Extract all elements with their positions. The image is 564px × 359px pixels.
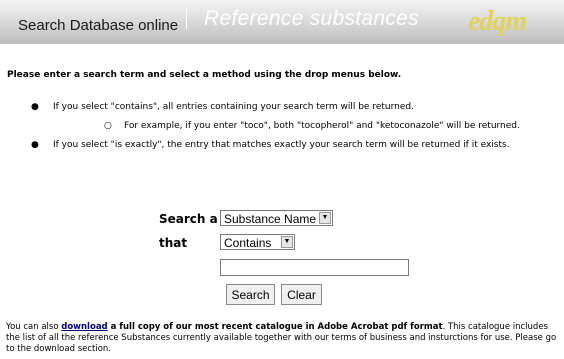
contains-instruction: If you select "contains", all entries co… xyxy=(53,102,414,112)
exact-instruction: If you select "is exactly", the entry th… xyxy=(53,140,510,150)
list-item: ● If you select "is exactly", the entry … xyxy=(31,136,541,155)
search-input[interactable] xyxy=(220,259,409,276)
method-select-value: Contains xyxy=(224,236,272,250)
banner-title: Search Database online xyxy=(18,17,179,34)
edqm-logo: edqm xyxy=(468,6,527,37)
banner-subtitle: Reference substances xyxy=(204,7,419,30)
chevron-down-icon[interactable]: ▼ xyxy=(319,212,331,224)
footer-bold-text: a full copy of our most recent catalogue… xyxy=(107,322,443,332)
search-a-label: Search a xyxy=(159,212,218,226)
banner-separator xyxy=(186,9,187,29)
field-select-value: Substance Name xyxy=(224,212,317,226)
example-instruction: For example, if you enter "toco", both "… xyxy=(124,121,520,131)
header-banner: Search Database online Reference substan… xyxy=(0,0,564,44)
footer-lead: You can also xyxy=(6,322,62,332)
clear-button[interactable]: Clear xyxy=(281,284,322,305)
bullet-icon: ● xyxy=(31,102,39,112)
download-link[interactable]: download xyxy=(61,322,107,332)
intro-text: Please enter a search term and select a … xyxy=(7,70,402,80)
method-select[interactable]: Contains ▼ xyxy=(220,234,295,250)
that-label: that xyxy=(159,236,188,250)
download-note: You can also download a full copy of our… xyxy=(6,322,558,355)
field-select[interactable]: Substance Name ▼ xyxy=(220,210,333,226)
chevron-down-icon[interactable]: ▼ xyxy=(281,236,293,248)
list-item: ○ For example, if you enter "toco", both… xyxy=(104,117,564,136)
search-button[interactable]: Search xyxy=(226,284,275,305)
bullet-icon: ● xyxy=(31,140,39,150)
sub-bullet-icon: ○ xyxy=(104,121,112,131)
list-item: ● If you select "contains", all entries … xyxy=(31,98,551,117)
